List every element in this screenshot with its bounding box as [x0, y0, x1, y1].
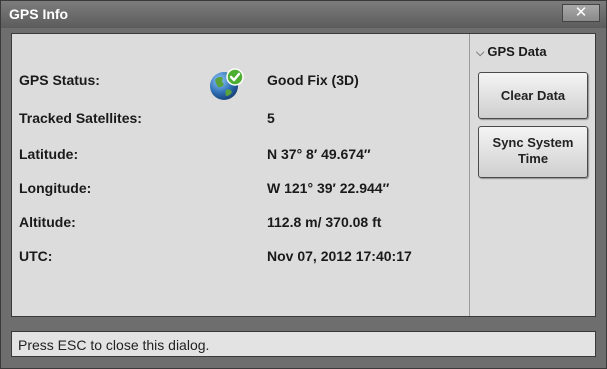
longitude-value: W 121° 39′ 22.944″ [267, 180, 390, 196]
gps-status-label: GPS Status: [19, 72, 100, 88]
utc-value: Nov 07, 2012 17:40:17 [267, 248, 412, 264]
gps-info-dialog: GPS Info ✕ GPS Status: Good Fix (3D) Tra… [0, 0, 607, 369]
window-title: GPS Info [9, 6, 69, 22]
gps-data-toggle[interactable]: ⌵ GPS Data [476, 44, 547, 60]
altitude-value: 112.8 m/ 370.08 ft [267, 214, 382, 230]
gps-status-value: Good Fix (3D) [267, 72, 359, 88]
tracked-satellites-label: Tracked Satellites: [19, 110, 142, 126]
chevron-down-icon: ⌵ [476, 47, 485, 59]
sync-system-time-button[interactable]: Sync System Time [478, 126, 588, 178]
globe-check-icon [210, 68, 244, 100]
longitude-label: Longitude: [19, 180, 92, 196]
gps-data-label: GPS Data [487, 44, 547, 59]
sync-label-line1: Sync System [492, 135, 574, 150]
actions-panel: ⌵ GPS Data Clear Data Sync System Time [470, 34, 595, 316]
content-panel: GPS Status: Good Fix (3D) Tracked Satell [11, 33, 596, 317]
title-bar: GPS Info ✕ [1, 1, 606, 28]
utc-label: UTC: [19, 248, 53, 264]
status-message: Press ESC to close this dialog. [18, 337, 210, 353]
clear-data-button[interactable]: Clear Data [478, 72, 588, 119]
sync-label-line2: Time [517, 151, 549, 166]
close-button[interactable]: ✕ [562, 4, 600, 22]
latitude-label: Latitude: [19, 146, 79, 162]
status-bar: Press ESC to close this dialog. [11, 331, 596, 357]
altitude-label: Altitude: [19, 214, 76, 230]
tracked-satellites-value: 5 [267, 110, 275, 126]
latitude-value: N 37° 8′ 49.674″ [267, 146, 371, 162]
info-panel: GPS Status: Good Fix (3D) Tracked Satell [12, 34, 469, 316]
